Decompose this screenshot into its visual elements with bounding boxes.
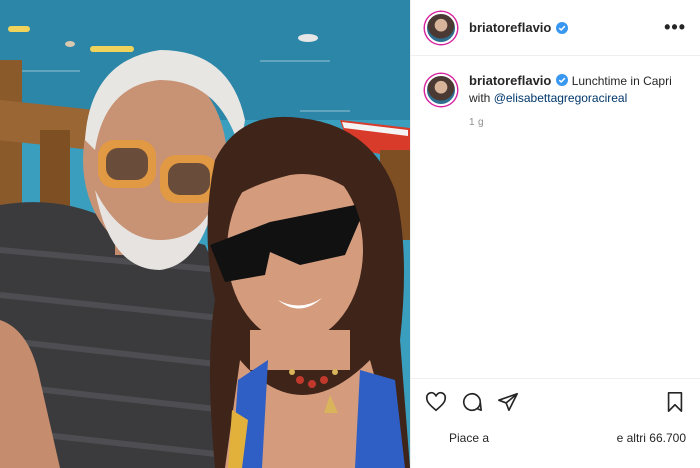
caption-username[interactable]: briatoreflavio bbox=[469, 73, 551, 88]
likes-summary: Piace a e altri 66.700 bbox=[411, 417, 700, 445]
post-actions-section: Piace a e altri 66.700 bbox=[411, 378, 700, 445]
paper-plane-icon bbox=[498, 392, 518, 412]
caption-text: briatoreflavio Lunchtime in Capri with @… bbox=[469, 72, 679, 107]
like-button[interactable] bbox=[423, 389, 449, 415]
verified-badge-icon bbox=[556, 74, 569, 86]
action-bar bbox=[411, 379, 700, 417]
selfie-image bbox=[0, 0, 410, 468]
post-time[interactable]: 1 g bbox=[469, 117, 700, 128]
heart-icon bbox=[425, 391, 447, 412]
author-avatar[interactable] bbox=[425, 11, 457, 44]
post-caption: briatoreflavio Lunchtime in Capri with @… bbox=[411, 56, 700, 107]
caption-author-avatar[interactable] bbox=[425, 74, 457, 106]
caption-mention-link[interactable]: @elisabettagregoracireal bbox=[494, 91, 628, 105]
comment-button[interactable] bbox=[459, 389, 485, 415]
share-button[interactable] bbox=[495, 389, 521, 415]
likes-count[interactable]: e altri 66.700 bbox=[617, 431, 686, 445]
author-username[interactable]: briatoreflavio bbox=[469, 20, 551, 35]
save-button[interactable] bbox=[662, 389, 688, 415]
comment-icon bbox=[462, 393, 482, 412]
instagram-post: briatoreflavio ••• briatoreflavio Luncht… bbox=[0, 0, 700, 468]
post-photo[interactable] bbox=[0, 0, 410, 468]
verified-badge-icon bbox=[556, 21, 569, 34]
bookmark-icon bbox=[667, 392, 683, 412]
likes-prefix[interactable]: Piace a bbox=[449, 431, 489, 445]
post-header: briatoreflavio ••• bbox=[411, 0, 700, 56]
more-options-icon[interactable]: ••• bbox=[664, 17, 686, 38]
post-side-panel: briatoreflavio ••• briatoreflavio Luncht… bbox=[410, 0, 700, 468]
